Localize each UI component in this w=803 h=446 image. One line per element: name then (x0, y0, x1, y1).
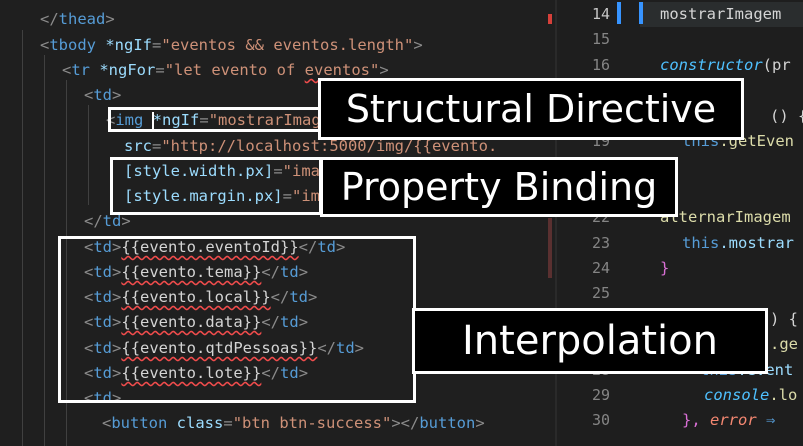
code-token: }, (682, 411, 710, 430)
ngif-highlight-box (108, 107, 322, 132)
ts-code-line[interactable]: } (660, 256, 669, 281)
code-token: < (84, 86, 94, 104)
structural-directive-label: Structural Directive (345, 87, 717, 131)
code-token: error (710, 411, 757, 430)
line-number: 14 (591, 5, 610, 23)
code-token: class (167, 414, 224, 432)
code-token: alternarImagem (660, 208, 791, 227)
code-token: () { (770, 106, 803, 125)
code-token: *ngFor (90, 61, 156, 79)
ts-code-line[interactable]: this.mostrar (682, 231, 794, 256)
code-token: (pr (762, 55, 791, 74)
code-token: src (124, 137, 152, 155)
code-token: > (475, 414, 485, 432)
indent-guide (22, 30, 23, 446)
line-number: 25 (591, 284, 610, 303)
line-number: 29 (591, 386, 610, 404)
line-number: 23 (591, 233, 610, 252)
code-token: console (704, 386, 770, 404)
interpolation-highlight-box (58, 236, 416, 403)
code-token: } (660, 259, 670, 277)
code-token: ⇒ (756, 411, 785, 430)
line-number: 15 (591, 30, 610, 49)
code-token: .ge (770, 335, 798, 354)
ts-code-line[interactable]: }, error ⇒ (682, 408, 785, 433)
editor-split-divider[interactable] (555, 0, 557, 446)
indent-guide (44, 55, 45, 446)
code-token: mostrarImagem (660, 5, 782, 23)
ts-code-line[interactable]: mostrarImagem (660, 2, 781, 27)
code-token: *ngIf (96, 36, 153, 54)
style-binding-highlight-box (110, 157, 322, 215)
modified-marker (639, 2, 643, 24)
ts-code-line[interactable]: () { (770, 104, 803, 129)
code-token: > (391, 414, 401, 432)
code-token: "btn btn-success" (232, 414, 392, 432)
indent-guide (88, 105, 89, 205)
code-line[interactable]: <td> (84, 83, 121, 108)
code-token: < (62, 61, 72, 79)
line-number: 24 (591, 259, 610, 277)
code-token: > (112, 86, 122, 104)
code-token: = (223, 414, 233, 432)
code-token: button (111, 414, 168, 432)
code-token: </ (40, 10, 59, 28)
ts-code-line[interactable]: alternarImagem (660, 205, 791, 230)
ts-code-line[interactable]: ) { (770, 307, 798, 332)
modified-marker (617, 2, 621, 24)
ts-code-line[interactable]: constructor(pr (660, 53, 791, 78)
property-binding-label: Property Binding (340, 165, 658, 209)
ts-code-line[interactable]: .ge (770, 332, 798, 357)
interpolation-label: Interpolation (462, 318, 718, 364)
property-binding-callout: Property Binding (320, 157, 678, 217)
code-token: < (102, 414, 112, 432)
code-token: </ (400, 414, 420, 432)
code-token: = (152, 137, 162, 155)
code-token: .lo (769, 386, 798, 404)
code-line[interactable]: <tbody *ngIf="eventos && eventos.length"… (40, 33, 423, 58)
code-token: tbody (49, 36, 97, 54)
code-token: button (419, 414, 476, 432)
line-number: 16 (591, 55, 610, 74)
code-token: "eventos && eventos.length" (161, 36, 414, 54)
code-token: < (40, 36, 50, 54)
code-token: eventos (304, 61, 370, 79)
code-token: td (93, 86, 113, 104)
code-line[interactable]: </thead> (40, 7, 115, 32)
code-token: thead (58, 10, 106, 28)
code-token: constructor (660, 55, 763, 74)
code-token: ) { (770, 309, 798, 328)
structural-directive-callout: Structural Directive (318, 78, 744, 140)
interpolation-callout: Interpolation (412, 308, 768, 374)
code-token: > (105, 10, 115, 28)
code-token: " (370, 61, 380, 79)
code-token: .mostrar (719, 233, 794, 252)
code-token: this (682, 233, 720, 252)
code-token: = (152, 36, 162, 54)
code-token: > (413, 36, 423, 54)
ts-code-line[interactable]: console.lo (704, 383, 797, 408)
code-token: "let evento of (164, 61, 305, 79)
code-token: > (379, 61, 389, 79)
code-token: tr (71, 61, 91, 79)
code-line[interactable]: <button class="btn btn-success"></button… (102, 411, 485, 436)
code-token: </ (84, 212, 103, 230)
diff-marker (548, 14, 552, 24)
code-token: = (155, 61, 165, 79)
line-number: 30 (591, 411, 610, 430)
diff-marker (548, 218, 552, 278)
